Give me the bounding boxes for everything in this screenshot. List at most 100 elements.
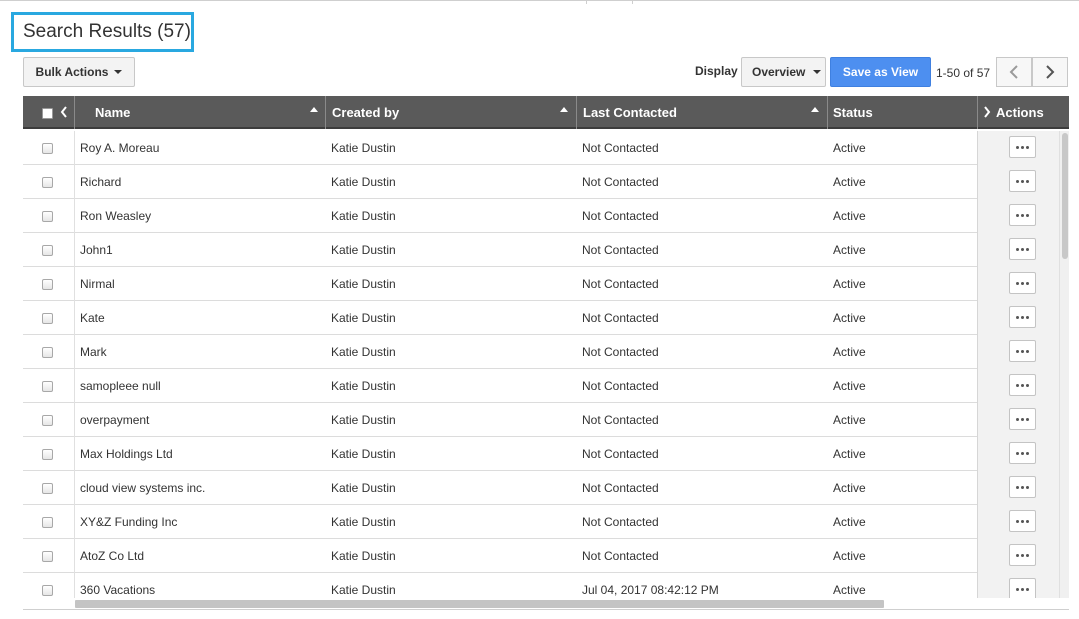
more-actions-button[interactable] (1009, 408, 1036, 430)
table-row[interactable]: Nirmal Katie Dustin Not Contacted Active (23, 267, 1059, 301)
row-checkbox[interactable] (42, 313, 53, 324)
row-checkbox[interactable] (42, 381, 53, 392)
more-actions-button[interactable] (1009, 170, 1036, 192)
column-header-name[interactable]: Name (95, 96, 130, 129)
column-header-label: Last Contacted (583, 105, 677, 120)
more-actions-button[interactable] (1009, 442, 1036, 464)
cell-name[interactable]: AtoZ Co Ltd (80, 539, 144, 573)
cell-status: Active (833, 549, 866, 563)
cell-name[interactable]: Max Holdings Ltd (80, 437, 173, 471)
select-all-checkbox[interactable] (42, 108, 53, 119)
table-row[interactable]: John1 Katie Dustin Not Contacted Active (23, 233, 1059, 267)
cell-name[interactable]: Kate (80, 301, 105, 335)
table-row[interactable]: Kate Katie Dustin Not Contacted Active (23, 301, 1059, 335)
cell-name[interactable]: cloud view systems inc. (80, 471, 205, 505)
table-row[interactable]: cloud view systems inc. Katie Dustin Not C… (23, 471, 1059, 505)
display-select[interactable]: Overview (741, 57, 826, 87)
more-actions-button[interactable] (1009, 544, 1036, 566)
cell-created-by: Katie Dustin (331, 515, 396, 529)
cell-name[interactable]: John1 (80, 233, 113, 267)
more-actions-button[interactable] (1009, 340, 1036, 362)
row-checkbox[interactable] (42, 177, 53, 188)
row-checkbox[interactable] (42, 245, 53, 256)
horizontal-scrollbar-thumb[interactable] (75, 600, 884, 608)
column-header-label: Created by (332, 105, 400, 120)
more-actions-button[interactable] (1009, 578, 1036, 600)
sort-ascending-icon[interactable] (310, 107, 318, 112)
table-row[interactable]: Max Holdings Ltd Katie Dustin Not Contacte… (23, 437, 1059, 471)
more-actions-button[interactable] (1009, 374, 1036, 396)
more-dots-icon (1016, 179, 1019, 183)
cell-status: Active (833, 175, 866, 189)
cell-name[interactable]: Nirmal (80, 267, 115, 301)
more-actions-button[interactable] (1009, 510, 1036, 532)
sort-ascending-icon[interactable] (560, 107, 568, 112)
cell-created-by: Katie Dustin (331, 311, 396, 325)
cell-last-contacted: Not Contacted (582, 413, 659, 427)
more-dots-icon (1026, 519, 1029, 523)
expand-right-icon[interactable] (983, 106, 991, 118)
more-actions-button[interactable] (1009, 204, 1036, 226)
cell-name[interactable]: Ron Weasley (80, 199, 151, 233)
column-divider (74, 233, 75, 267)
table-row[interactable]: AtoZ Co Ltd Katie Dustin Not Contacted Acti… (23, 539, 1059, 573)
cell-name[interactable]: Roy A. Moreau (80, 131, 159, 165)
table-row[interactable]: Mark Katie Dustin Not Contacted Active (23, 335, 1059, 369)
caret-down-icon (114, 70, 123, 74)
cell-created-by: Katie Dustin (331, 277, 396, 291)
row-checkbox[interactable] (42, 517, 53, 528)
bulk-actions-button[interactable]: Bulk Actions (23, 57, 135, 87)
row-checkbox[interactable] (42, 551, 53, 562)
row-checkbox[interactable] (42, 585, 53, 596)
row-checkbox[interactable] (42, 347, 53, 358)
more-actions-button[interactable] (1009, 136, 1036, 158)
cell-name[interactable]: Richard (80, 165, 121, 199)
more-actions-button[interactable] (1009, 306, 1036, 328)
row-checkbox[interactable] (42, 483, 53, 494)
vertical-scrollbar-thumb[interactable] (1062, 133, 1068, 259)
cell-status: Active (833, 345, 866, 359)
cell-created-by: Katie Dustin (331, 209, 396, 223)
column-divider (74, 267, 75, 301)
column-divider (74, 199, 75, 233)
vertical-scrollbar[interactable] (1059, 131, 1069, 598)
cell-name[interactable]: samopleee null (80, 369, 161, 403)
next-page-button[interactable] (1032, 57, 1068, 87)
cell-name[interactable]: overpayment (80, 403, 149, 437)
page-title-text: Search Results (57) (23, 21, 191, 42)
more-dots-icon (1016, 553, 1019, 557)
more-dots-icon (1021, 281, 1024, 285)
header-divider (977, 96, 978, 129)
column-header-last-contacted[interactable]: Last Contacted (583, 96, 677, 129)
row-checkbox[interactable] (42, 143, 53, 154)
row-checkbox[interactable] (42, 211, 53, 222)
save-as-view-button[interactable]: Save as View (830, 57, 931, 87)
table-row[interactable]: Ron Weasley Katie Dustin Not Contacted Acti… (23, 199, 1059, 233)
column-header-created-by[interactable]: Created by (332, 96, 399, 129)
previous-page-button[interactable] (996, 57, 1032, 87)
cell-name[interactable]: XY&Z Funding Inc (80, 505, 177, 539)
table-row[interactable]: Roy A. Moreau Katie Dustin Not Contacted Ac… (23, 131, 1059, 165)
display-label: Display (695, 64, 738, 78)
more-dots-icon (1021, 179, 1024, 183)
more-actions-button[interactable] (1009, 272, 1036, 294)
cell-actions (977, 165, 1059, 199)
more-actions-button[interactable] (1009, 476, 1036, 498)
table-row[interactable]: Richard Katie Dustin Not Contacted Active (23, 165, 1059, 199)
top-border (0, 0, 1079, 4)
table-row[interactable]: overpayment Katie Dustin Not Contacted Acti… (23, 403, 1059, 437)
column-divider (74, 505, 75, 539)
row-checkbox[interactable] (42, 415, 53, 426)
more-actions-button[interactable] (1009, 238, 1036, 260)
table-row[interactable]: XY&Z Funding Inc Katie Dustin Not Contacte… (23, 505, 1059, 539)
more-dots-icon (1021, 349, 1024, 353)
horizontal-scrollbar[interactable] (23, 598, 1069, 610)
column-divider (74, 539, 75, 573)
collapse-left-icon[interactable] (60, 106, 68, 118)
cell-name[interactable]: Mark (80, 335, 107, 369)
row-checkbox[interactable] (42, 449, 53, 460)
sort-ascending-icon[interactable] (811, 107, 819, 112)
row-checkbox[interactable] (42, 279, 53, 290)
column-header-status[interactable]: Status (833, 96, 873, 129)
table-row[interactable]: samopleee null Katie Dustin Not Contacted A… (23, 369, 1059, 403)
